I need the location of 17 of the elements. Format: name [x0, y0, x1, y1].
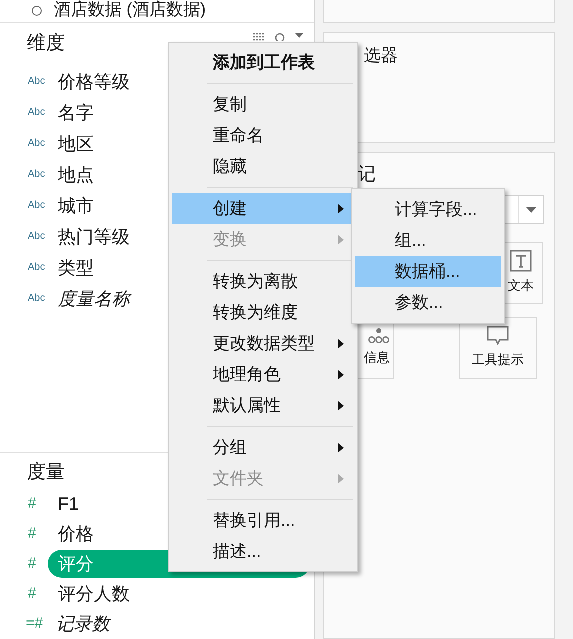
- field-type-icon: #: [0, 552, 58, 576]
- card-title: 选器: [364, 46, 398, 65]
- section-title: 度量: [27, 460, 65, 485]
- field-type-icon: #: [0, 493, 58, 516]
- field-type-icon: Abc: [0, 74, 58, 90]
- field-type-icon: #: [0, 582, 58, 606]
- field-type-icon: Abc: [0, 167, 58, 182]
- field-type-icon: Abc: [0, 291, 58, 306]
- field-type-icon: Abc: [0, 198, 58, 214]
- card-title: 记: [358, 163, 377, 186]
- field-type-icon: Abc: [0, 105, 58, 120]
- field-type-icon: #: [0, 522, 58, 546]
- field-type-icon: Abc: [0, 229, 58, 244]
- field-type-icon: Abc: [0, 260, 58, 276]
- section-title: 维度: [27, 32, 65, 56]
- field-type-icon: Abc: [0, 136, 58, 152]
- field-type-icon: =#: [0, 612, 56, 636]
